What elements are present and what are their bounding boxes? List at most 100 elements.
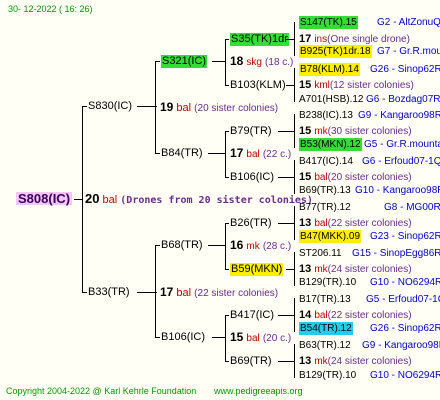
connector [225, 315, 229, 316]
gen1-unit: bal [176, 102, 192, 114]
gen4-code: G23 - Sinop62R [370, 231, 440, 242]
connector [225, 131, 226, 177]
gen3-note: (22 sister colonies) [327, 218, 412, 229]
gen3-node[interactable]: B106(IC) [230, 171, 274, 184]
gen3-note: (One single drone) [327, 34, 410, 45]
gen3-note: (12 sister colonies) [329, 80, 414, 91]
gen3-node[interactable]: B103(KLM) [230, 79, 286, 92]
root-count: 20 [85, 191, 100, 206]
site-link[interactable]: www.pedigreeapis.org [214, 385, 303, 398]
connector [212, 61, 226, 62]
connector [225, 223, 229, 224]
gen4-node[interactable]: B17(TR).13 [299, 293, 351, 306]
gen3-count: 13 [299, 355, 312, 367]
gen4-node[interactable]: B129(TR).10 [299, 276, 356, 289]
gen4-node[interactable]: B925(TK)1dr.18 [299, 45, 372, 58]
connector [212, 337, 226, 338]
connector [82, 106, 87, 107]
gen4-node[interactable]: B69(TR).13 [299, 184, 351, 197]
gen4-node[interactable]: B54(TR).12 [299, 322, 353, 335]
gen4-node[interactable]: ST206.11 [299, 247, 342, 260]
gen4-code: G7 - Gr.R.mounta [377, 46, 440, 57]
gen3-node[interactable]: S35(TK)1dr [230, 33, 289, 46]
connector [208, 153, 226, 154]
gen4-node[interactable]: B53(MKN).12 [299, 138, 362, 151]
pedigree-canvas: { "header": {"date": "30- 12-2022 ( 16: … [0, 0, 440, 400]
gen3-note: (30 sister colonies) [327, 126, 412, 137]
gen1-count: 19 [160, 100, 174, 114]
gen4-node[interactable]: B63(TR).12 [299, 339, 351, 352]
gen3-node[interactable]: B79(TR) [230, 125, 272, 138]
gen4-node[interactable]: B78(KLM).14 [299, 63, 360, 76]
gen3-note: (24 sister colonies) [327, 356, 412, 367]
gen3-note: (22 sister colonies) [327, 310, 412, 321]
gen2-node[interactable]: S321(IC) [161, 55, 208, 68]
gen2-count: 17 [230, 146, 244, 160]
gen3-node[interactable]: B69(TR) [230, 355, 272, 368]
root-unit: bal [102, 194, 118, 206]
root-node[interactable]: S808(IC) [16, 192, 73, 205]
connector [137, 106, 157, 107]
connector [225, 85, 229, 86]
gen2-node[interactable]: B68(TR) [161, 239, 203, 252]
gen3-node[interactable]: B26(TR) [230, 217, 272, 230]
gen4-node[interactable]: A701(HSB).12 [299, 93, 363, 106]
connector [208, 245, 226, 246]
connector [294, 298, 295, 332]
gen2-node[interactable]: B106(IC) [161, 331, 205, 344]
gen4-node[interactable]: B238(IC).13 [299, 109, 353, 122]
connector [294, 68, 295, 102]
gen2-count: 16 [230, 238, 244, 252]
gen1-node[interactable]: B33(TR) [88, 286, 130, 299]
connector [278, 223, 294, 224]
gen3-count: 13 [299, 217, 312, 229]
connector [286, 39, 294, 40]
gen1-note: (20 sister colonies) [194, 103, 279, 114]
connector [225, 131, 229, 132]
connector [225, 177, 229, 178]
gen3-unit: mk [314, 126, 328, 137]
gen3-node[interactable]: B417(IC) [230, 309, 274, 322]
date-stamp: 30- 12-2022 ( 16: 26) [8, 4, 93, 14]
gen2-note: (28 c.) [262, 241, 292, 252]
connector [225, 39, 226, 85]
connector [155, 337, 160, 338]
gen3-stats: 15 kml(12 sister colonies) [299, 79, 414, 92]
gen2-note: (20 c.) [262, 333, 292, 344]
gen4-node[interactable]: S147(TK).15 [299, 16, 358, 29]
gen2-stats: 17 bal (22 c.) [230, 147, 291, 161]
connector [225, 315, 226, 361]
connector [294, 22, 295, 56]
gen4-code: G26 - Sinop62R [370, 323, 440, 334]
connector [137, 292, 157, 293]
gen2-unit: mk [246, 241, 260, 252]
connector [225, 269, 229, 270]
connector [294, 344, 295, 378]
root-note: (Drones from 20 sister colonies) [120, 195, 313, 206]
gen2-note: (18 c.) [265, 57, 294, 68]
gen2-unit: skg [246, 57, 262, 68]
gen3-unit: kml [314, 80, 330, 91]
gen2-node[interactable]: B84(TR) [161, 147, 203, 160]
connector [225, 361, 229, 362]
gen3-stats: 15 mk(30 sister colonies) [299, 125, 412, 138]
gen4-node[interactable]: B129(TR).10 [299, 369, 356, 382]
gen4-code: G26 - Sinop62R [370, 64, 440, 75]
gen1-stats: 17 bal (22 sister colonies) [160, 286, 278, 300]
root-stats: 20 bal (Drones from 20 sister colonies) [85, 192, 313, 207]
connector [286, 269, 294, 270]
gen1-node[interactable]: S830(IC) [88, 100, 132, 113]
gen3-stats: 13 bal(22 sister colonies) [299, 217, 412, 230]
gen4-node[interactable]: B47(MKK).09 [299, 230, 362, 243]
gen3-node[interactable]: B59(MKN) [230, 263, 284, 276]
gen3-stats: 13 mk(24 sister colonies) [299, 263, 412, 276]
connector [82, 292, 87, 293]
connector [294, 160, 295, 194]
gen2-stats: 15 bal (20 c.) [230, 331, 291, 345]
gen3-note: (20 sister colonies) [327, 172, 412, 183]
connector [155, 153, 160, 154]
gen4-node[interactable]: B77(TR).12 [299, 201, 351, 214]
gen3-count: 15 [299, 125, 312, 137]
gen4-node[interactable]: B417(IC).14 [299, 155, 353, 168]
gen1-stats: 19 bal (20 sister colonies) [160, 101, 278, 115]
